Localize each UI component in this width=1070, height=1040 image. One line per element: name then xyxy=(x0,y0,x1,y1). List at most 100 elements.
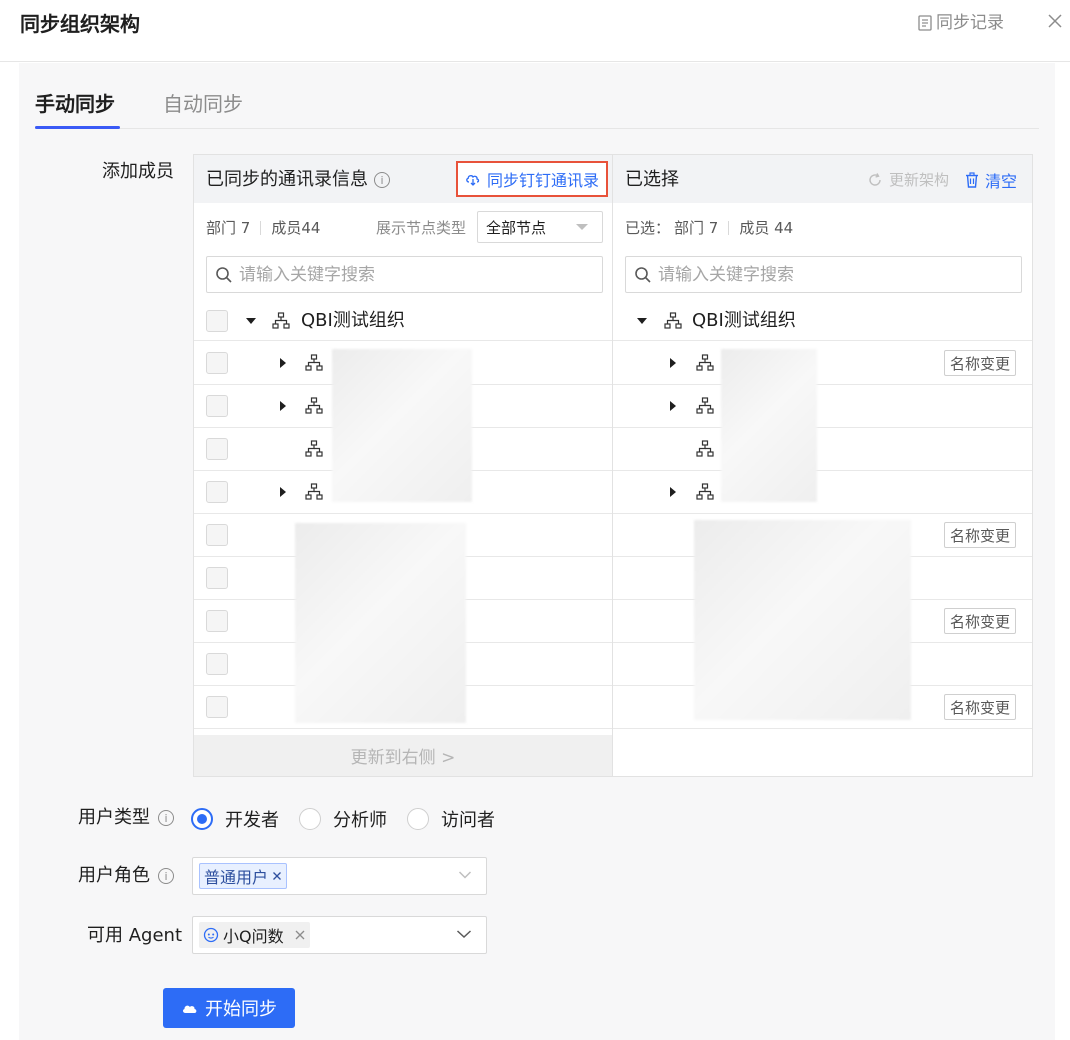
org-tree-icon xyxy=(696,483,714,500)
root-checkbox[interactable] xyxy=(206,310,228,332)
org-tree-icon xyxy=(305,483,323,500)
dept-count: 部门 7 xyxy=(206,219,251,237)
agent-chip: 小Q问数 xyxy=(199,922,310,948)
expand-icon[interactable] xyxy=(280,401,286,411)
node-type-select[interactable]: 全部节点 xyxy=(477,211,603,243)
user-type-radio-group: 开发者 分析师 访问者 xyxy=(191,806,515,832)
clear-button[interactable]: 清空 xyxy=(965,168,1017,192)
left-stats: 部门 7 成员44 xyxy=(206,217,320,239)
dialog-body: 手动同步 自动同步 添加成员 已同步的通讯录信息 i 同步钉钉通讯录 部门 7 … xyxy=(19,63,1055,1040)
tree-root-row[interactable]: QBI测试组织 xyxy=(613,301,1032,341)
agent-chip-label: 小Q问数 xyxy=(223,927,284,946)
panel-header: 已选择 更新架构 清空 xyxy=(613,155,1032,203)
row-checkbox[interactable] xyxy=(206,395,228,417)
radio-unchecked[interactable] xyxy=(407,808,429,830)
row-checkbox[interactable] xyxy=(206,610,228,632)
right-search-box xyxy=(625,256,1022,293)
org-tree-icon xyxy=(305,397,323,414)
info-icon[interactable]: i xyxy=(374,172,390,188)
expand-icon[interactable] xyxy=(670,358,676,368)
tree-row[interactable] xyxy=(613,428,1032,471)
org-tree-icon xyxy=(664,312,682,329)
rename-tag: 名称变更 xyxy=(944,608,1016,634)
radio-label: 开发者 xyxy=(225,810,279,831)
caret-down-icon xyxy=(576,224,588,230)
info-icon[interactable]: i xyxy=(158,810,174,826)
remove-icon[interactable] xyxy=(294,929,306,941)
expand-icon[interactable] xyxy=(280,358,286,368)
tree-row[interactable]: 名称变更 xyxy=(613,342,1032,385)
org-tree-icon xyxy=(305,354,323,371)
radio-developer[interactable]: 开发者 xyxy=(191,806,279,832)
right-search-input[interactable] xyxy=(658,264,998,285)
agent-label: 可用 Agent xyxy=(87,925,183,946)
close-icon[interactable] xyxy=(1044,10,1066,32)
sync-history-label: 同步记录 xyxy=(936,13,1004,33)
row-checkbox[interactable] xyxy=(206,352,228,374)
redacted-names xyxy=(332,349,472,502)
panel-header: 已同步的通讯录信息 i 同步钉钉通讯录 xyxy=(194,155,612,203)
org-tree-icon xyxy=(696,354,714,371)
redacted-names xyxy=(694,520,911,720)
trash-icon xyxy=(966,172,978,188)
tree-root-row[interactable]: QBI测试组织 xyxy=(194,301,612,341)
sync-dingtalk-button[interactable]: 同步钉钉通讯录 xyxy=(456,161,608,197)
cloud-icon xyxy=(182,1005,197,1013)
row-checkbox[interactable] xyxy=(206,481,228,503)
user-role-label: 用户角色 xyxy=(78,865,150,886)
move-to-right-button[interactable]: 更新到右侧 > xyxy=(194,735,612,776)
rename-tag: 名称变更 xyxy=(944,694,1016,720)
node-type-label: 展示节点类型 xyxy=(376,219,467,237)
root-org-name: QBI测试组织 xyxy=(692,310,796,331)
role-chip: 普通用户 xyxy=(199,863,288,889)
radio-analyst[interactable]: 分析师 xyxy=(299,806,387,832)
node-type-value: 全部节点 xyxy=(486,218,547,237)
selected-panel: 已选择 更新架构 清空 已选： 部门 7 成员 44 请输入关键字搜索 QBI测… xyxy=(613,155,1032,776)
member-count: 成员 44 xyxy=(739,219,794,237)
row-checkbox[interactable] xyxy=(206,567,228,589)
expand-icon[interactable] xyxy=(280,487,286,497)
root-org-name: QBI测试组织 xyxy=(301,310,405,331)
radio-visitor[interactable]: 访问者 xyxy=(407,806,495,832)
add-members-label: 添加成员 xyxy=(102,161,174,182)
tab-manual-sync[interactable]: 手动同步 xyxy=(35,89,115,119)
sync-history-link[interactable]: 同步记录 xyxy=(918,10,1004,36)
expand-icon[interactable] xyxy=(670,401,676,411)
user-role-select[interactable]: 普通用户 xyxy=(192,857,487,895)
collapse-icon[interactable] xyxy=(246,318,256,324)
search-icon xyxy=(635,266,651,283)
agent-select[interactable]: 小Q问数 xyxy=(192,916,487,954)
remove-icon[interactable] xyxy=(272,871,282,881)
tab-auto-sync[interactable]: 自动同步 xyxy=(163,89,243,119)
tree-row[interactable] xyxy=(613,471,1032,514)
row-checkbox[interactable] xyxy=(206,653,228,675)
user-type-label: 用户类型 xyxy=(78,807,150,828)
expand-icon[interactable] xyxy=(670,487,676,497)
row-checkbox[interactable] xyxy=(206,438,228,460)
info-icon[interactable]: i xyxy=(158,868,174,884)
cloud-sync-icon xyxy=(466,175,480,186)
collapse-icon[interactable] xyxy=(637,318,647,324)
row-checkbox[interactable] xyxy=(206,524,228,546)
refresh-structure-label: 更新架构 xyxy=(889,171,950,189)
search-icon xyxy=(216,266,232,283)
tree-row[interactable] xyxy=(613,385,1032,428)
chevron-down-icon xyxy=(458,871,472,879)
sync-tabs: 手动同步 自动同步 xyxy=(35,85,1039,129)
left-panel-title: 已同步的通讯录信息 xyxy=(206,169,368,190)
left-search-box xyxy=(206,256,603,293)
start-sync-button[interactable]: 开始同步 xyxy=(163,988,295,1028)
org-tree-icon xyxy=(272,312,290,329)
user-role-field: 用户角色 i xyxy=(78,863,174,889)
radio-checked[interactable] xyxy=(191,808,213,830)
chat-bot-icon xyxy=(203,927,219,943)
radio-unchecked[interactable] xyxy=(299,808,321,830)
left-search-input[interactable] xyxy=(239,264,579,285)
member-count: 成员44 xyxy=(271,219,321,237)
right-panel-title: 已选择 xyxy=(625,169,679,190)
row-checkbox[interactable] xyxy=(206,696,228,718)
redacted-names xyxy=(721,349,817,502)
sync-dingtalk-label: 同步钉钉通讯录 xyxy=(486,171,599,190)
redacted-names xyxy=(295,523,466,723)
tab-active-indicator xyxy=(35,126,120,129)
